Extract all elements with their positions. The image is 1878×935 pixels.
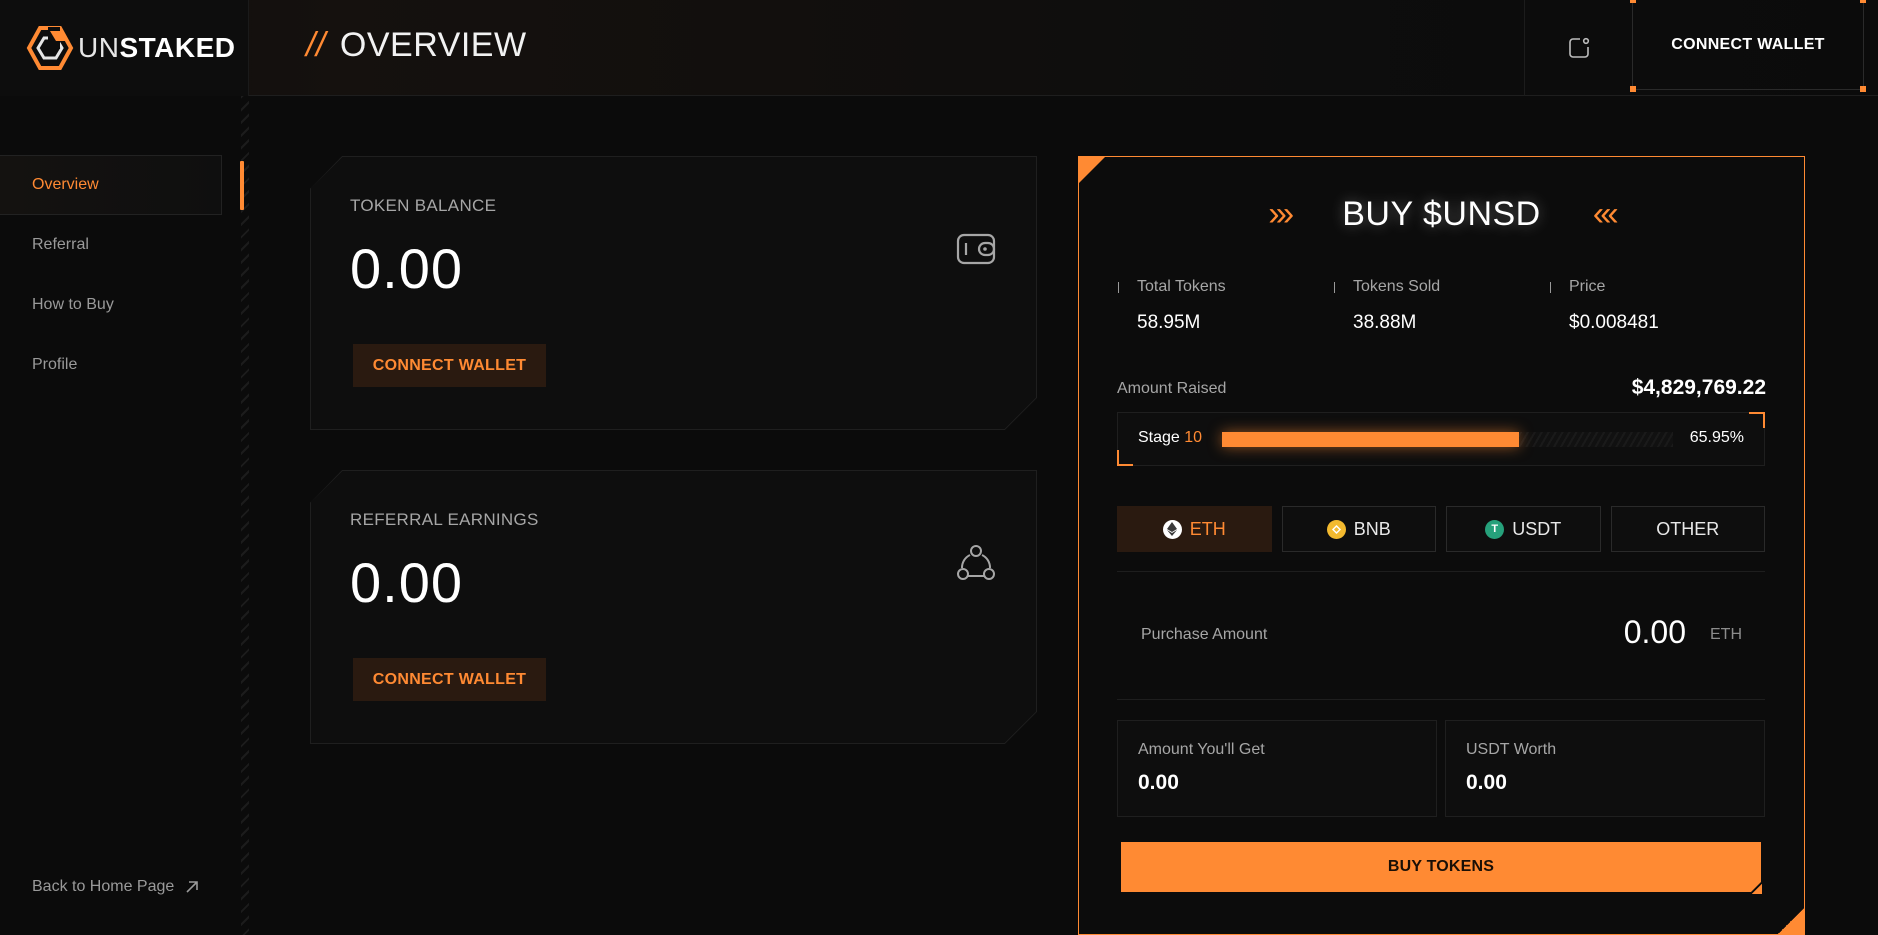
stat-value: $0.008481 xyxy=(1569,312,1659,333)
currency-tab-eth[interactable]: ETH xyxy=(1117,506,1272,552)
progress-bar-fill xyxy=(1222,432,1520,447)
buy-button-corner-accent xyxy=(1752,884,1762,894)
eth-icon xyxy=(1162,519,1182,539)
sidebar-item-label: Profile xyxy=(32,356,78,373)
stat-label: Tokens Sold xyxy=(1353,278,1441,295)
notification-icon xyxy=(1568,37,1589,58)
panel-corner-accent xyxy=(1777,907,1805,935)
result-row: Amount You'll Get 0.00 USDT Worth 0.00 xyxy=(1117,720,1765,817)
presale-stats: Total Tokens 58.95M Tokens Sold 38.88M P… xyxy=(1117,278,1767,334)
stat-value: 38.88M xyxy=(1353,312,1417,333)
chevrons-right-icon: ››› xyxy=(1268,195,1294,233)
usdt-worth-label: USDT Worth xyxy=(1466,741,1557,758)
stage-progress: Stage 10 65.95% xyxy=(1117,412,1765,466)
token-balance-connect-wallet-button[interactable]: CONNECT WALLET xyxy=(353,344,546,387)
stat-price: Price $0.008481 xyxy=(1549,278,1765,334)
usdt-worth-box: USDT Worth 0.00 xyxy=(1445,720,1765,817)
purchase-amount-label: Purchase Amount xyxy=(1141,626,1268,643)
amount-you-get-value: 0.00 xyxy=(1138,771,1179,794)
notification-button[interactable] xyxy=(1524,0,1632,96)
wallet-icon xyxy=(955,228,997,270)
back-to-home-label: Back to Home Page xyxy=(32,878,175,895)
token-balance-card: TOKEN BALANCE 0.00 CONNECT WALLET xyxy=(310,156,1037,430)
active-nav-indicator xyxy=(240,161,244,210)
buy-panel: ››› BUY $UNSD ‹‹‹ Total Tokens 58.95M To… xyxy=(1078,156,1805,935)
buy-title-row: ››› BUY $UNSD ‹‹‹ xyxy=(1079,195,1804,234)
header-connect-wallet-button[interactable]: CONNECT WALLET xyxy=(1630,0,1866,92)
app-root: UNSTAKED // OVERVIEW CONNECT WALLET Over… xyxy=(0,0,1878,935)
back-to-home-link[interactable]: Back to Home Page xyxy=(32,878,200,896)
sidebar-item-label: Overview xyxy=(32,176,99,193)
stat-value: 58.95M xyxy=(1137,312,1201,333)
logo-hexagon-icon xyxy=(26,26,74,70)
progress-bar xyxy=(1222,432,1673,447)
bnb-icon xyxy=(1326,519,1346,539)
stage-number: 10 xyxy=(1184,429,1203,446)
buy-title: BUY $UNSD xyxy=(1342,195,1541,233)
sidebar: Overview Referral How to Buy Profile Bac… xyxy=(0,96,249,935)
currency-tab-other[interactable]: OTHER xyxy=(1610,506,1765,552)
referral-earnings-connect-wallet-button[interactable]: CONNECT WALLET xyxy=(353,658,546,701)
usdt-worth-value: 0.00 xyxy=(1466,771,1507,794)
currency-label: BNB xyxy=(1353,518,1391,539)
amount-raised-label: Amount Raised xyxy=(1117,380,1227,397)
sidebar-item-label: How to Buy xyxy=(32,296,114,313)
sidebar-item-how-to-buy[interactable]: How to Buy xyxy=(0,275,222,335)
currency-label: OTHER xyxy=(1656,518,1720,539)
amount-you-get-box: Amount You'll Get 0.00 xyxy=(1117,720,1437,817)
divider xyxy=(1117,571,1765,572)
amount-raised-value: $4,829,769.22 xyxy=(1631,376,1766,399)
network-icon xyxy=(955,542,997,584)
panel-corner-accent xyxy=(1078,156,1106,184)
currency-label: USDT xyxy=(1512,518,1562,539)
stat-label: Price xyxy=(1569,278,1606,295)
progress-percent: 65.95% xyxy=(1689,429,1744,446)
purchase-amount-input[interactable] xyxy=(1486,614,1686,651)
currency-tab-bnb[interactable]: BNB xyxy=(1281,506,1436,552)
chevrons-left-icon: ‹‹‹ xyxy=(1592,195,1619,233)
top-header: UNSTAKED // OVERVIEW CONNECT WALLET xyxy=(0,0,1878,96)
arrow-up-right-icon xyxy=(186,881,199,893)
referral-earnings-value: 0.00 xyxy=(350,551,463,614)
brand-logo[interactable]: UNSTAKED xyxy=(0,0,249,96)
sidebar-item-profile[interactable]: Profile xyxy=(0,335,222,395)
title-slashes-icon: // xyxy=(306,26,326,64)
currency-selector: ETH BNB T USDT OTHER xyxy=(1117,506,1765,552)
sidebar-hatch-divider xyxy=(241,96,249,935)
usdt-icon: T xyxy=(1485,519,1505,539)
divider xyxy=(1117,699,1765,700)
brand-name: UNSTAKED xyxy=(78,32,236,63)
sidebar-item-label: Referral xyxy=(32,236,89,253)
referral-earnings-card: REFERRAL EARNINGS 0.00 CONNECT WALLET xyxy=(310,470,1037,744)
page-title: // OVERVIEW xyxy=(306,26,527,65)
token-balance-label: TOKEN BALANCE xyxy=(350,196,497,215)
page-title-text: OVERVIEW xyxy=(339,26,527,64)
sidebar-item-referral[interactable]: Referral xyxy=(0,215,222,275)
buy-tokens-button[interactable]: BUY TOKENS xyxy=(1121,842,1761,892)
stat-label: Total Tokens xyxy=(1137,278,1226,295)
token-balance-value: 0.00 xyxy=(350,237,463,300)
amount-you-get-label: Amount You'll Get xyxy=(1138,741,1265,758)
stat-tokens-sold: Tokens Sold 38.88M xyxy=(1333,278,1549,334)
referral-earnings-label: REFERRAL EARNINGS xyxy=(350,510,539,529)
purchase-amount-unit: ETH xyxy=(1710,626,1742,643)
currency-label: ETH xyxy=(1189,518,1226,539)
stat-total-tokens: Total Tokens 58.95M xyxy=(1117,278,1333,334)
stage-label: Stage 10 xyxy=(1138,429,1203,446)
sidebar-item-overview[interactable]: Overview xyxy=(0,155,222,215)
currency-tab-usdt[interactable]: T USDT xyxy=(1446,506,1601,552)
header-connect-wallet-label: CONNECT WALLET xyxy=(1671,35,1825,53)
